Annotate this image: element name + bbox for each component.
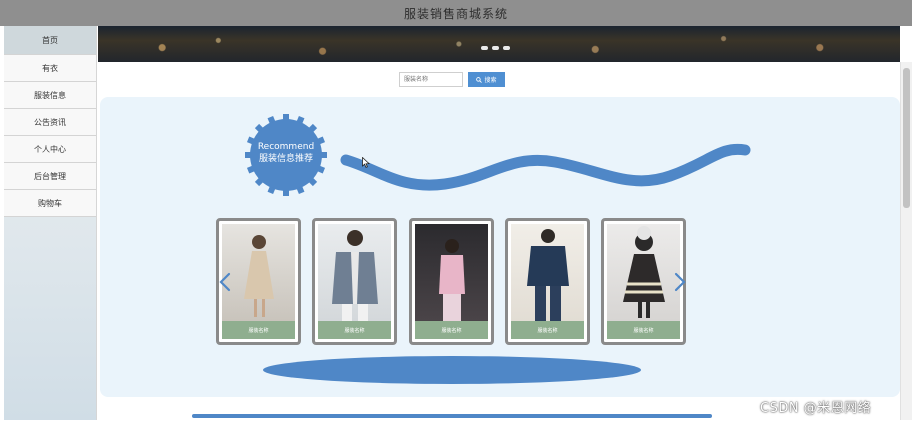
product-caption: 服装名称 bbox=[607, 321, 680, 339]
recommend-title: Recommend 服装信息推荐 bbox=[248, 141, 324, 165]
app-title: 服装销售商城系统 bbox=[403, 6, 508, 21]
watermark: CSDN @米恩网络 bbox=[760, 401, 872, 416]
chevron-left-icon[interactable] bbox=[218, 272, 232, 292]
sidebar-item-label: 服装信息 bbox=[34, 90, 66, 100]
sidebar-item-label: 购物车 bbox=[38, 198, 62, 208]
blazer-photo-icon bbox=[318, 224, 391, 321]
scrollbar-thumb[interactable] bbox=[903, 68, 910, 208]
sidebar-item-label: 后台管理 bbox=[34, 171, 66, 181]
dress-photo-icon bbox=[222, 224, 295, 321]
sidebar-item-label: 有衣 bbox=[42, 63, 58, 73]
mouse-cursor-icon bbox=[362, 157, 370, 168]
gear-tooth bbox=[283, 114, 289, 120]
sidebar-item-1[interactable]: 有衣 bbox=[4, 55, 96, 82]
product-card[interactable]: 服装名称 bbox=[409, 218, 494, 345]
recommend-title-en: Recommend bbox=[257, 142, 315, 152]
product-caption: 服装名称 bbox=[222, 321, 295, 339]
sidebar: 首页 有衣 服装信息 公告资讯 个人中心 后台管理 购物车 bbox=[4, 26, 97, 420]
pink-jacket-photo-icon bbox=[415, 224, 488, 321]
carousel-dot[interactable] bbox=[503, 46, 510, 50]
search-button[interactable]: 搜索 bbox=[468, 72, 505, 87]
gear-tooth bbox=[283, 190, 289, 196]
sidebar-item-admin[interactable]: 后台管理 bbox=[4, 163, 96, 190]
hero-banner bbox=[98, 26, 900, 62]
sidebar-item-label: 个人中心 bbox=[34, 144, 66, 154]
app-title-bar: 服装销售商城系统 bbox=[0, 0, 912, 26]
sidebar-item-label: 公告资讯 bbox=[34, 117, 66, 127]
product-caption: 服装名称 bbox=[511, 321, 584, 339]
sidebar-item-news[interactable]: 公告资讯 bbox=[4, 109, 96, 136]
product-caption: 服装名称 bbox=[318, 321, 391, 339]
sidebar-item-profile[interactable]: 个人中心 bbox=[4, 136, 96, 163]
product-caption: 服装名称 bbox=[415, 321, 488, 339]
carousel-dots bbox=[481, 46, 510, 50]
search-input[interactable] bbox=[399, 72, 463, 87]
product-card[interactable]: 服装名称 bbox=[505, 218, 590, 345]
sidebar-item-home[interactable]: 首页 bbox=[4, 26, 96, 55]
city-night-image bbox=[98, 26, 900, 62]
sidebar-item-clothing-info[interactable]: 服装信息 bbox=[4, 82, 96, 109]
decorative-wave bbox=[340, 143, 751, 191]
product-card[interactable]: 服装名称 bbox=[312, 218, 397, 345]
kids-dress-photo-icon bbox=[607, 224, 680, 321]
search-icon bbox=[476, 76, 483, 83]
carousel-dot[interactable] bbox=[492, 46, 499, 50]
suit-photo-icon bbox=[511, 224, 584, 321]
carousel-dot[interactable] bbox=[481, 46, 488, 50]
search-button-label: 搜索 bbox=[484, 77, 497, 84]
decorative-divider bbox=[192, 414, 712, 418]
decorative-ellipse bbox=[263, 356, 641, 384]
sidebar-item-label: 首页 bbox=[42, 35, 58, 45]
scrollbar[interactable] bbox=[900, 62, 912, 420]
chevron-right-icon[interactable] bbox=[673, 272, 687, 292]
recommend-title-cn: 服装信息推荐 bbox=[258, 154, 313, 164]
sidebar-item-cart[interactable]: 购物车 bbox=[4, 190, 96, 217]
